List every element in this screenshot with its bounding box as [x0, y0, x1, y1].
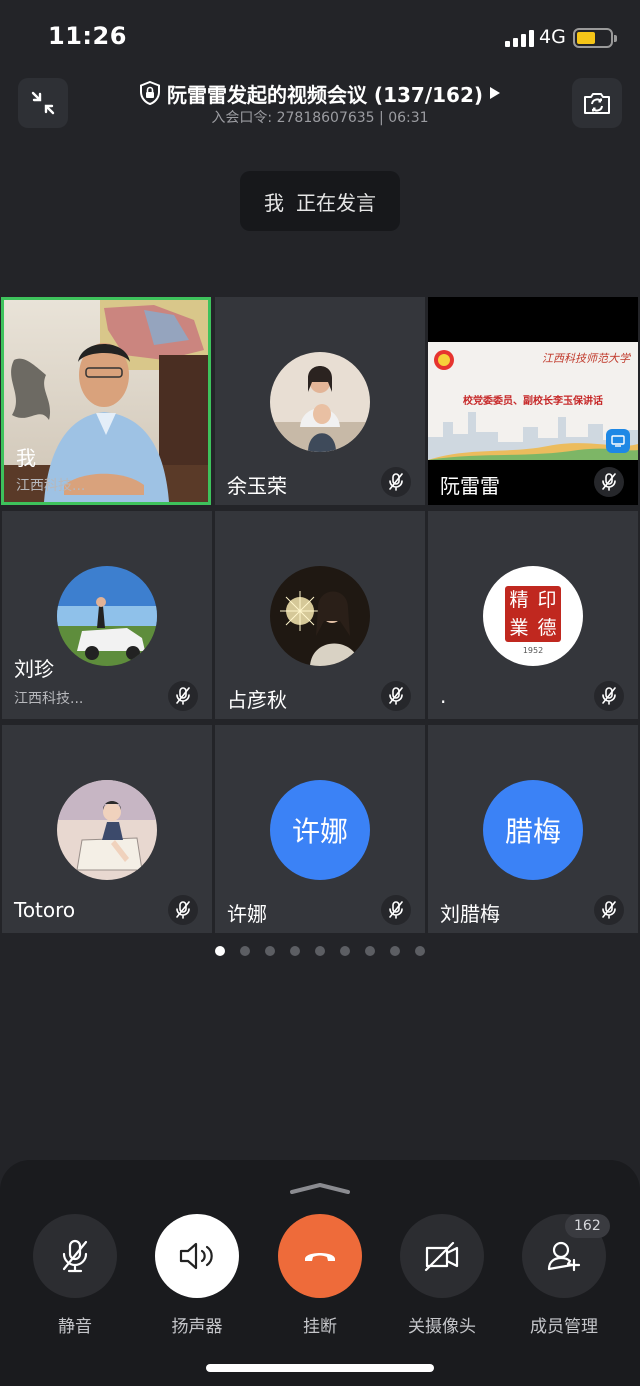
- avatar: [270, 352, 370, 452]
- avatar: [57, 566, 157, 666]
- avatar-seal: 精 印 業 德 1952: [483, 566, 583, 666]
- seal-stamp: 精 印 業 德: [505, 586, 561, 642]
- switch-camera-button[interactable]: [572, 78, 622, 128]
- muted-mic-icon: [594, 681, 624, 711]
- participant-name: 刘珍: [14, 657, 54, 681]
- muted-mic-icon: [168, 681, 198, 711]
- speaker-status: 正在发言: [296, 190, 376, 215]
- hangup-control[interactable]: 挂断: [278, 1214, 362, 1337]
- hangup-phone-icon: [305, 1253, 335, 1261]
- page-dot[interactable]: [265, 946, 275, 956]
- muted-mic-icon: [168, 895, 198, 925]
- speaker-button[interactable]: [155, 1214, 239, 1298]
- avatar: [57, 780, 157, 880]
- page-dot[interactable]: [315, 946, 325, 956]
- mic-off-icon: [62, 1239, 88, 1273]
- screen-share-icon: [611, 435, 625, 447]
- seal-year: 1952: [522, 646, 544, 655]
- participant-tile[interactable]: Totoro: [2, 725, 212, 933]
- participant-name: 占彦秋: [227, 688, 287, 712]
- participant-name: 许娜: [227, 902, 267, 926]
- page-indicator[interactable]: [215, 946, 425, 956]
- play-arrow-icon: [490, 87, 501, 99]
- seal-char: 精: [509, 588, 529, 611]
- participant-tile[interactable]: 占彦秋: [215, 511, 425, 719]
- speaker-control[interactable]: 扬声器: [155, 1214, 239, 1337]
- meeting-code: 27818607635: [276, 110, 375, 126]
- camera-off-button[interactable]: [400, 1214, 484, 1298]
- camera-off-label: 关摄像头: [408, 1317, 476, 1337]
- shared-banner-text: 校党委委员、副校长李玉保讲话: [463, 396, 603, 407]
- meeting-title: 阮雷雷发起的视频会议 (137/162): [166, 82, 484, 107]
- speaker-icon: [179, 1242, 213, 1270]
- shared-screen: 江西科技师范大学 校党委委员、副校长李玉保讲话: [428, 342, 638, 460]
- hangup-button[interactable]: [278, 1214, 362, 1298]
- speaker-label: 扬声器: [171, 1317, 223, 1337]
- active-speaker-indicator: 我 正在发言: [240, 171, 400, 231]
- participant-name: 阮雷雷: [440, 474, 500, 498]
- add-member-icon: [547, 1241, 581, 1272]
- participant-tile[interactable]: 许娜 许娜: [215, 725, 425, 933]
- shield-lock-icon: [139, 81, 160, 105]
- participant-tile-self[interactable]: 我 江西科技...: [1, 297, 211, 505]
- status-bar: 11:26 4G: [0, 0, 640, 76]
- members-label: 成员管理: [530, 1317, 598, 1337]
- camera-switch-icon: [584, 93, 610, 114]
- home-indicator[interactable]: [206, 1364, 434, 1372]
- page-dot[interactable]: [290, 946, 300, 956]
- participant-org: 江西科技...: [14, 691, 84, 707]
- meeting-duration: 06:31: [388, 110, 429, 126]
- muted-mic-icon: [381, 681, 411, 711]
- participant-org: 江西科技...: [16, 478, 86, 494]
- seal-char: 德: [537, 616, 557, 639]
- avatar: [270, 566, 370, 666]
- page-dot[interactable]: [340, 946, 350, 956]
- members-count-badge: 162: [565, 1214, 610, 1238]
- video-feed: [4, 300, 208, 502]
- participant-tile-screen-share[interactable]: 江西科技师范大学 校党委委员、副校长李玉保讲话 阮雷雷: [428, 297, 638, 505]
- page-dot[interactable]: [390, 946, 400, 956]
- participant-tile[interactable]: 刘珍 江西科技...: [2, 511, 212, 719]
- muted-mic-icon: [594, 895, 624, 925]
- chevron-up-icon: [290, 1183, 350, 1194]
- participant-tile[interactable]: 精 印 業 德 1952 .: [428, 511, 638, 719]
- participant-name: 余玉荣: [227, 474, 287, 498]
- hangup-label: 挂断: [303, 1317, 337, 1337]
- avatar-initials: 腊梅: [483, 780, 583, 880]
- battery-icon: [573, 28, 617, 48]
- camera-control[interactable]: 关摄像头: [400, 1214, 484, 1337]
- participant-tile[interactable]: 余玉荣: [215, 297, 425, 505]
- participant-name: Totoro: [14, 898, 76, 922]
- page-dot[interactable]: [365, 946, 375, 956]
- screen-share-button[interactable]: [606, 429, 630, 453]
- status-time: 11:26: [48, 22, 127, 50]
- meeting-title-row[interactable]: 阮雷雷发起的视频会议 (137/162): [0, 78, 640, 108]
- meeting-code-label: 入会口令:: [211, 110, 273, 126]
- page-dot[interactable]: [215, 946, 225, 956]
- avatar-initials: 许娜: [270, 780, 370, 880]
- participant-name: 我: [16, 446, 36, 470]
- signal-strength-icon: [505, 30, 534, 47]
- page-dot[interactable]: [240, 946, 250, 956]
- seal-char: 業: [509, 616, 529, 639]
- expand-panel-handle[interactable]: [289, 1180, 351, 1199]
- participant-name: 刘腊梅: [440, 902, 500, 926]
- mute-button[interactable]: [33, 1214, 117, 1298]
- mute-control[interactable]: 静音: [33, 1214, 117, 1337]
- participant-tile[interactable]: 腊梅 刘腊梅: [428, 725, 638, 933]
- shared-school-name: 江西科技师范大学: [542, 352, 630, 365]
- separator: |: [379, 110, 384, 126]
- participant-name: .: [440, 684, 447, 708]
- muted-mic-icon: [594, 467, 624, 497]
- network-type: 4G: [539, 26, 566, 48]
- muted-mic-icon: [381, 467, 411, 497]
- mute-label: 静音: [58, 1317, 92, 1337]
- muted-mic-icon: [381, 895, 411, 925]
- camera-off-icon: [424, 1241, 459, 1272]
- seal-char: 印: [537, 588, 557, 611]
- speaker-name: 我: [264, 190, 284, 215]
- meeting-code-row: 入会口令: 27818607635 | 06:31: [0, 107, 640, 127]
- page-dot[interactable]: [415, 946, 425, 956]
